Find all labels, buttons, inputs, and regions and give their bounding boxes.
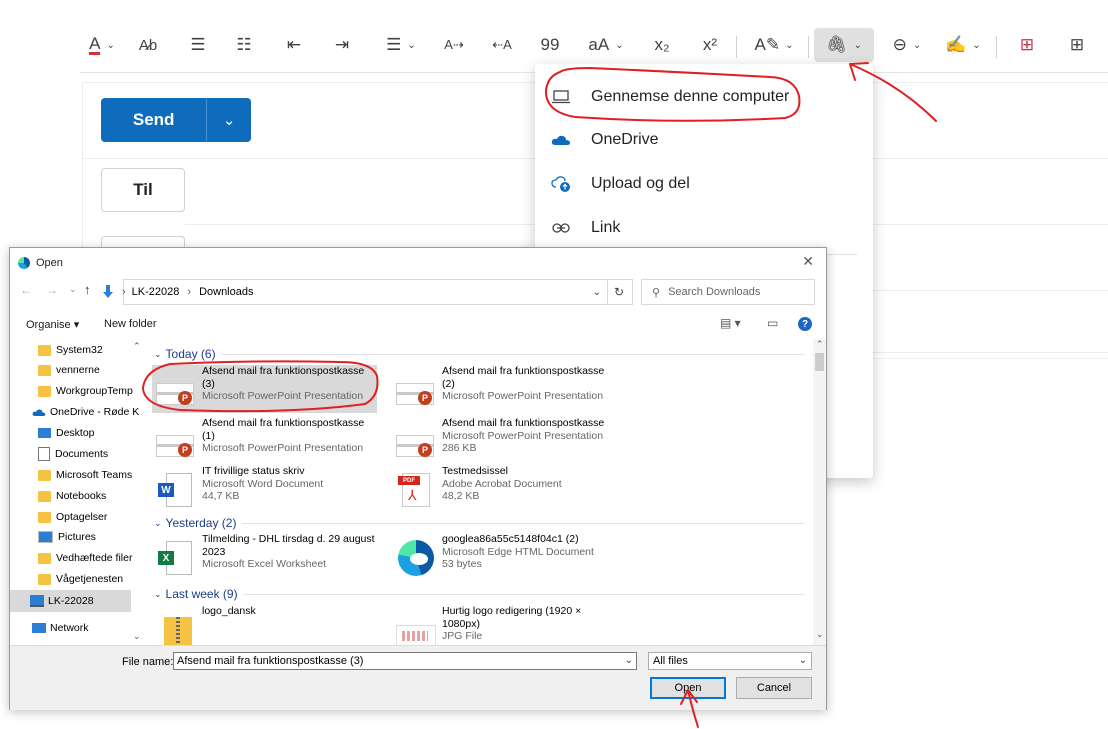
annotation-overlay bbox=[141, 62, 937, 728]
annotation-circle-file bbox=[141, 360, 379, 413]
annotation-arrow-attach bbox=[849, 62, 937, 122]
annotation-arrow-open bbox=[680, 689, 699, 728]
annotation-circle-browse bbox=[544, 66, 801, 122]
